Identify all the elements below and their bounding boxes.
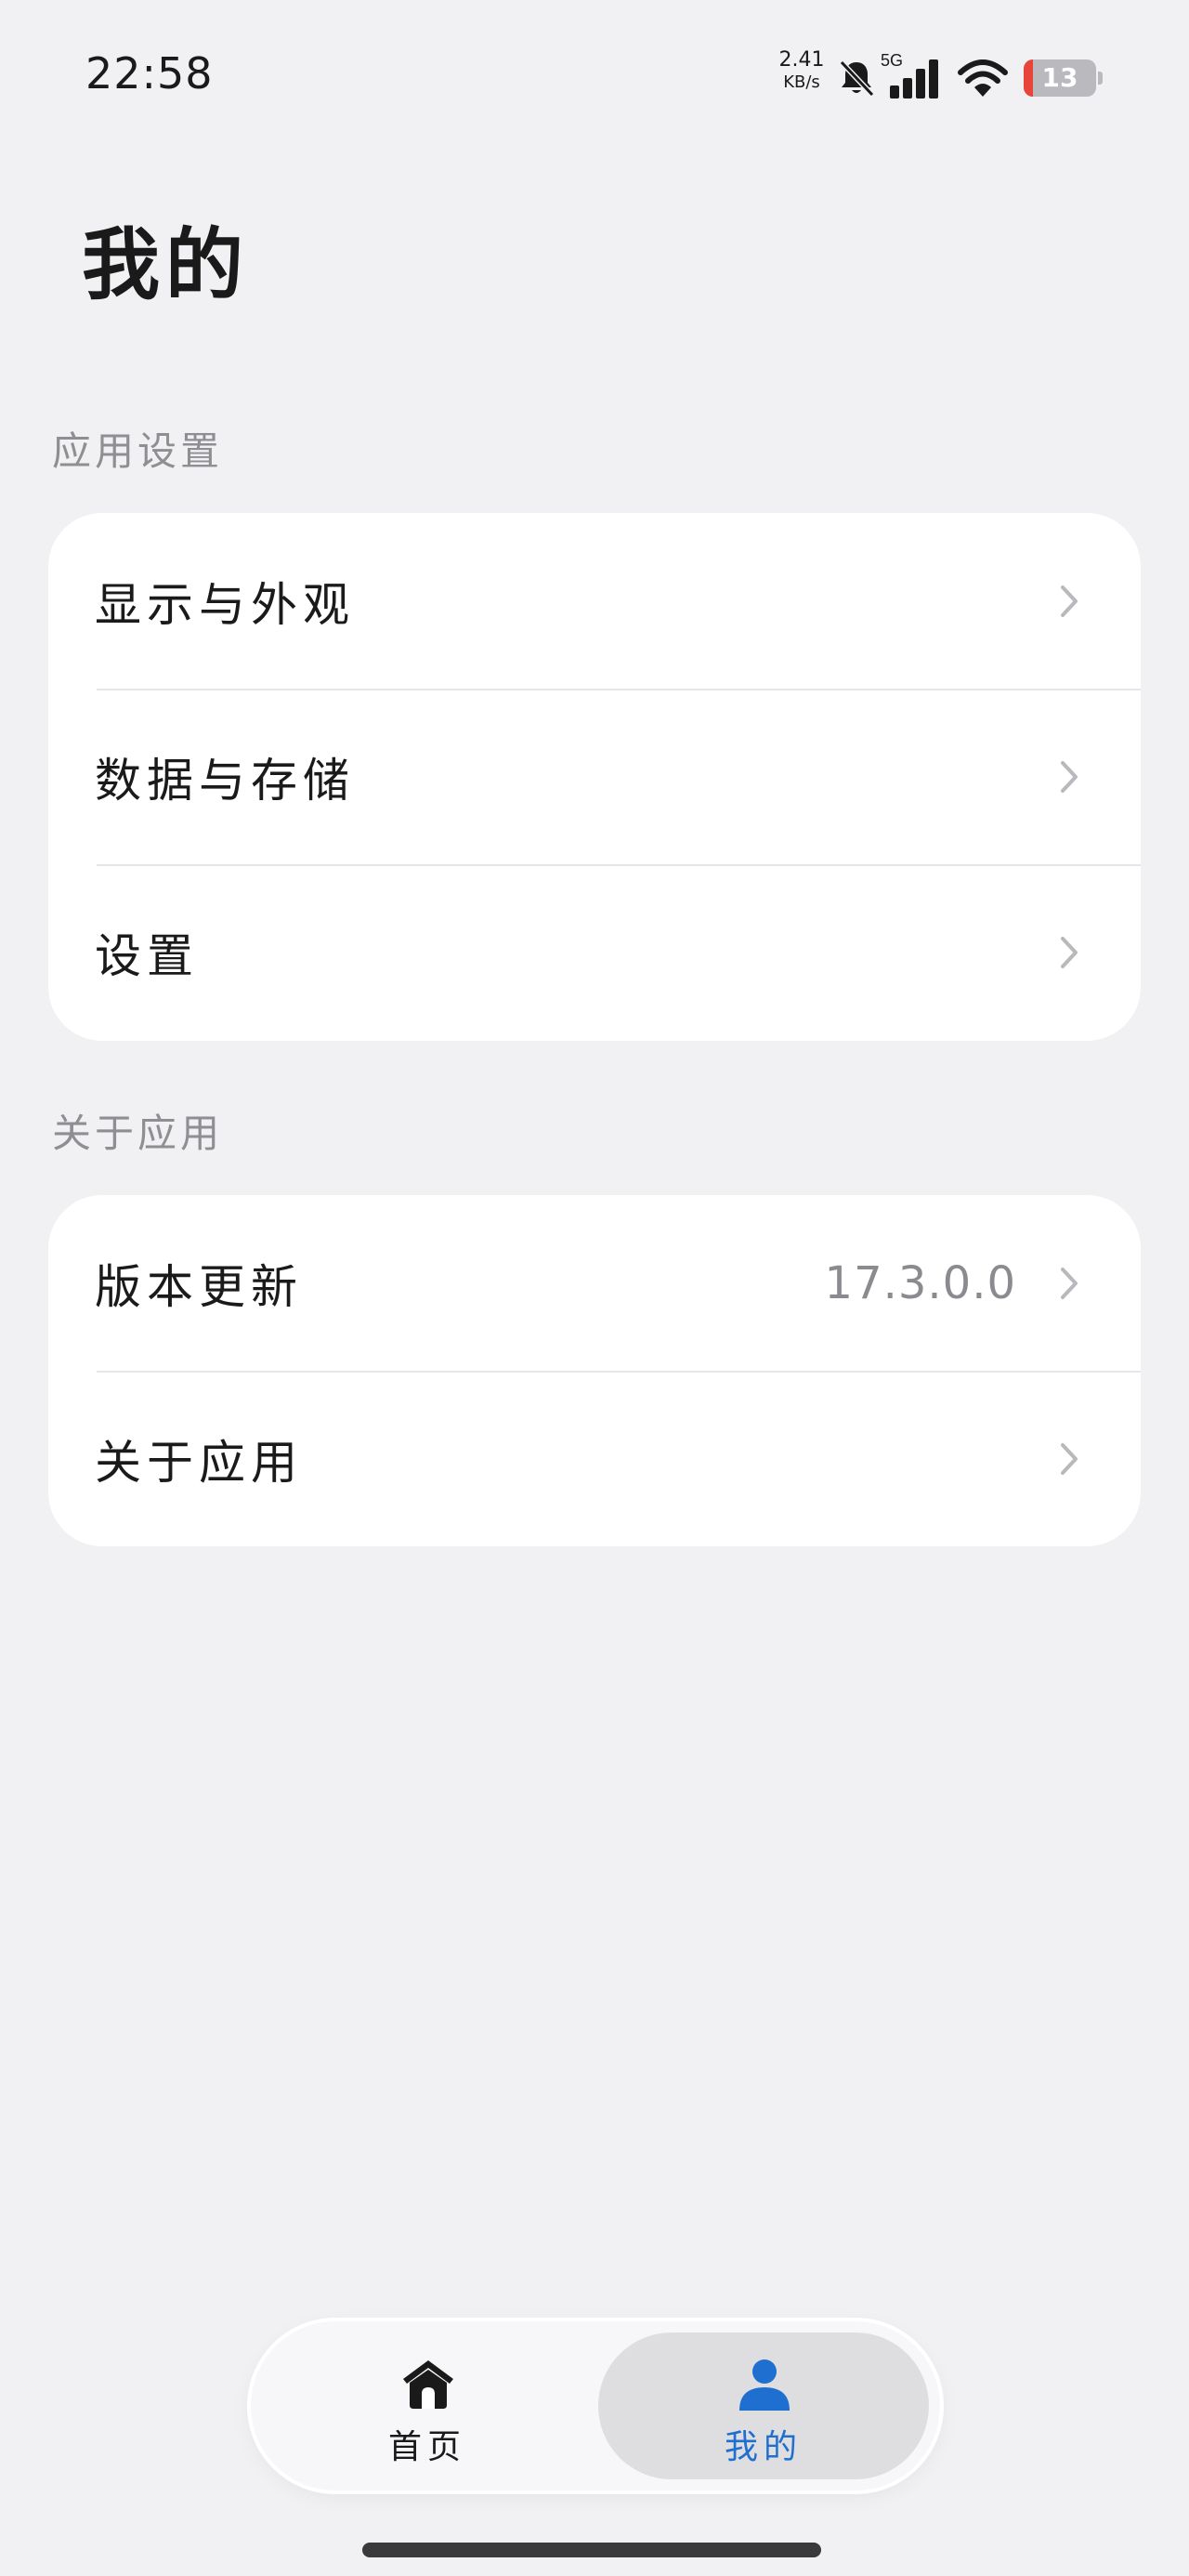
- list-item-label: 设置: [95, 928, 199, 983]
- page-title: 我的: [82, 219, 250, 310]
- network-speed-unit: KB/s: [783, 72, 820, 92]
- battery-icon: 13: [1024, 59, 1104, 97]
- home-indicator[interactable]: [362, 2543, 821, 2557]
- person-icon: [739, 2359, 790, 2411]
- nav-tab-home-label: 首页: [387, 2428, 466, 2466]
- chevron-right-icon: [1061, 585, 1078, 617]
- section-label-app-settings: 应用设置: [52, 428, 224, 474]
- battery-percent: 13: [1041, 62, 1078, 93]
- settings-card: 显示与外观 数据与存储 设置: [48, 513, 1141, 1041]
- status-time: 22:58: [85, 48, 214, 99]
- screen: 22:58 2.41 KB/s 5G 13 我的 应用设置 显示与外观 数据与存…: [0, 0, 1189, 2576]
- list-item-display-appearance[interactable]: 显示与外观: [48, 513, 1141, 689]
- chevron-right-icon: [1061, 1267, 1078, 1299]
- list-item-label: 版本更新: [95, 1259, 303, 1314]
- nav-tab-home[interactable]: 首页: [262, 2333, 593, 2479]
- status-bar: 22:58 2.41 KB/s 5G 13: [0, 0, 1189, 149]
- network-speed-value: 2.41: [778, 48, 825, 72]
- section-label-about-app: 关于应用: [52, 1111, 224, 1156]
- about-card: 版本更新 17.3.0.0 关于应用: [48, 1195, 1141, 1546]
- list-item-label: 数据与存储: [95, 753, 355, 808]
- nav-tab-me-label: 我的: [724, 2428, 803, 2466]
- home-icon: [403, 2360, 453, 2409]
- network-speed: 2.41 KB/s: [778, 50, 825, 91]
- chevron-right-icon: [1061, 760, 1078, 793]
- list-item-data-storage[interactable]: 数据与存储: [48, 689, 1141, 864]
- bell-muted-icon: [839, 59, 875, 98]
- wifi-icon: [958, 59, 1008, 97]
- list-item-version-update[interactable]: 版本更新 17.3.0.0: [48, 1195, 1141, 1371]
- network-type: 5G: [881, 51, 903, 70]
- chevron-right-icon: [1061, 936, 1078, 968]
- chevron-right-icon: [1061, 1442, 1078, 1475]
- list-item-about-app[interactable]: 关于应用: [48, 1371, 1141, 1546]
- bottom-nav: 首页 我的: [251, 2321, 940, 2491]
- list-item-settings[interactable]: 设置: [48, 864, 1141, 1040]
- list-item-label: 显示与外观: [95, 577, 355, 632]
- list-item-label: 关于应用: [95, 1435, 303, 1490]
- version-number: 17.3.0.0: [824, 1256, 1016, 1309]
- signal-icon: 5G: [881, 51, 938, 99]
- nav-tab-me[interactable]: 我的: [598, 2333, 929, 2479]
